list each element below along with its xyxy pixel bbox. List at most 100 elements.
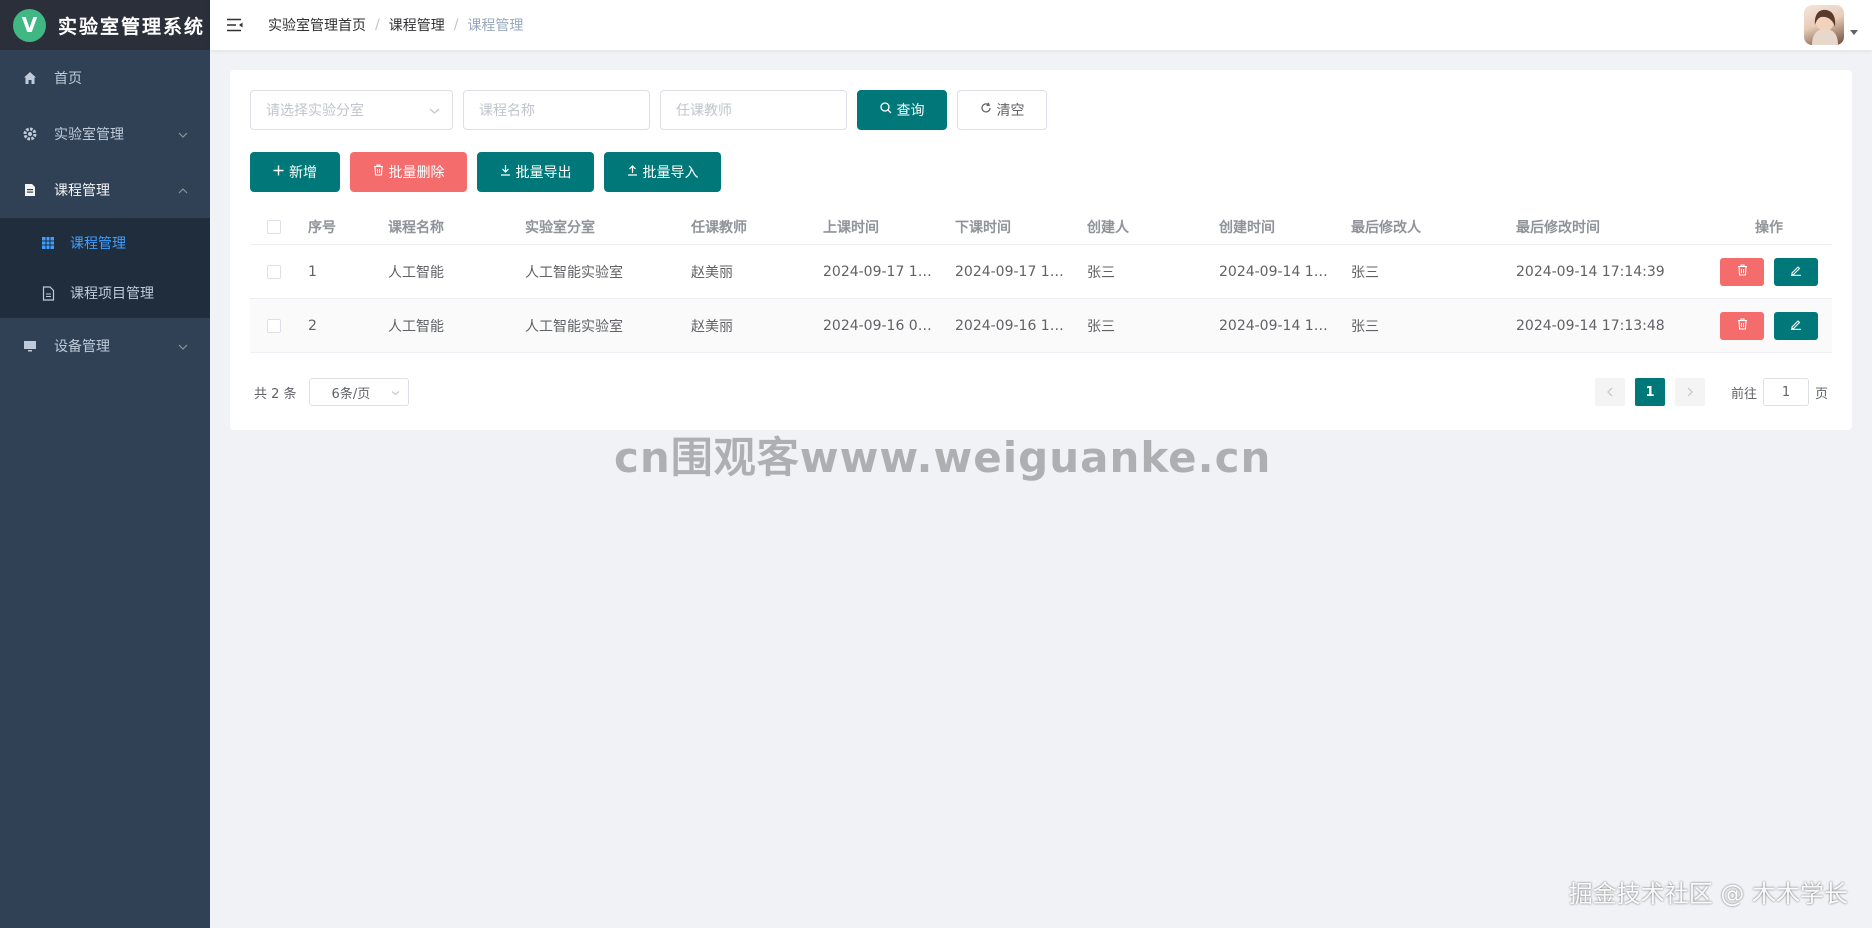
course-table: 序号 课程名称 实验室分室 任课教师 上课时间 下课时间 创建人 创建时间 最后… — [250, 210, 1832, 353]
batch-export-button[interactable]: 批量导出 — [477, 152, 594, 192]
batch-export-label: 批量导出 — [515, 165, 572, 181]
clear-label: 清空 — [996, 103, 1025, 119]
row-select-cell — [250, 264, 298, 279]
lab-select-placeholder: 请选择实验分室 — [266, 103, 364, 119]
row-checkbox[interactable] — [267, 318, 281, 333]
add-label: 新增 — [289, 165, 317, 181]
breadcrumb-separator: / — [375, 17, 380, 33]
course-name-input[interactable]: 课程名称 — [463, 90, 650, 130]
table-row[interactable]: 1 人工智能 人工智能实验室 赵美丽 2024-09-17 14:... 202… — [250, 245, 1832, 299]
sidebar-item-label: 首页 — [54, 71, 82, 87]
table-cell: 赵美丽 — [691, 318, 733, 335]
edit-icon — [1790, 264, 1802, 280]
grid-icon — [40, 235, 56, 251]
breadcrumb: 实验室管理首页 / 课程管理 / 课程管理 — [268, 15, 523, 35]
table-cell: 人工智能实验室 — [525, 264, 623, 281]
goto-suffix: 页 — [1814, 386, 1828, 402]
page-number-button[interactable]: 1 — [1634, 378, 1665, 406]
row-edit-button[interactable] — [1774, 311, 1818, 340]
pagination-summary: 共 2 条 6条/页 — [254, 378, 409, 406]
add-button[interactable]: 新增 — [250, 152, 340, 192]
column-header: 下课时间 — [955, 220, 1011, 236]
sidebar-item-equipment[interactable]: 设备管理 — [0, 318, 210, 374]
refresh-icon — [980, 102, 992, 118]
lab-select[interactable]: 请选择实验分室 — [250, 90, 453, 130]
table-cell: 2024-09-16 10:... — [955, 317, 1077, 334]
clear-button[interactable]: 清空 — [957, 90, 1047, 130]
course-name-placeholder: 课程名称 — [479, 103, 535, 119]
sidebar-item-course-management[interactable]: 课程管理 — [0, 162, 210, 218]
batch-delete-label: 批量删除 — [388, 165, 445, 181]
breadcrumb-item-home[interactable]: 实验室管理首页 — [268, 15, 366, 35]
table-cell: 张三 — [1351, 264, 1379, 281]
logo[interactable]: V 实验室管理系统 — [0, 0, 210, 50]
sidebar-item-label: 实验室管理 — [54, 127, 124, 143]
course-submenu: 课程管理 课程项目管理 — [0, 218, 210, 318]
table-row[interactable]: 2 人工智能 人工智能实验室 赵美丽 2024-09-16 08:... 202… — [250, 299, 1832, 353]
table-cell: 人工智能 — [388, 318, 444, 335]
row-edit-button[interactable] — [1774, 257, 1818, 286]
column-header: 序号 — [308, 220, 336, 236]
pagination: 1 前往 1 页 — [1594, 378, 1828, 406]
batch-delete-button[interactable]: 批量删除 — [350, 152, 467, 192]
table-cell: 1 — [308, 263, 317, 280]
avatar[interactable] — [1804, 5, 1844, 45]
logo-icon: V — [13, 8, 46, 42]
column-header: 上课时间 — [823, 220, 879, 236]
sidebar-subitem-course-project[interactable]: 课程项目管理 — [0, 268, 210, 318]
table-cell: 2024-09-14 17:... — [1219, 317, 1341, 334]
table-cell: 2 — [308, 317, 317, 334]
query-button[interactable]: 查询 — [857, 90, 947, 130]
select-all-checkbox[interactable] — [267, 220, 281, 234]
user-menu[interactable] — [1804, 5, 1858, 45]
chevron-down-icon — [429, 102, 440, 118]
table-cell: 张三 — [1351, 318, 1379, 335]
breadcrumb-separator: / — [453, 17, 459, 33]
column-header: 创建时间 — [1219, 220, 1275, 236]
sidebar-subitem-label: 课程管理 — [70, 236, 126, 252]
row-delete-button[interactable] — [1720, 257, 1764, 286]
column-header: 课程名称 — [388, 220, 444, 236]
row-select-cell — [250, 318, 298, 333]
goto-page-input[interactable]: 1 — [1762, 378, 1809, 406]
chevron-down-icon — [178, 126, 188, 142]
row-delete-button[interactable] — [1720, 311, 1764, 340]
table-cell: 2024-09-14 17:... — [1219, 263, 1341, 280]
page-size-value: 6条/页 — [331, 386, 371, 402]
table-cell: 人工智能实验室 — [525, 318, 623, 335]
table-cell: 张三 — [1087, 318, 1115, 335]
sidebar-item-home[interactable]: 首页 — [0, 50, 210, 106]
chevron-down-icon — [391, 385, 400, 400]
sidebar-subitem-course-management[interactable]: 课程管理 — [0, 218, 210, 268]
sidebar-item-lab-management[interactable]: 实验室管理 — [0, 106, 210, 162]
hamburger-icon[interactable] — [210, 0, 260, 50]
teacher-placeholder: 任课教师 — [676, 103, 732, 119]
column-header: 最后修改时间 — [1516, 220, 1600, 236]
next-page-button[interactable] — [1674, 378, 1705, 406]
breadcrumb-item-course[interactable]: 课程管理 — [389, 15, 445, 35]
page-size-select[interactable]: 6条/页 — [308, 378, 409, 406]
total-count: 共 2 条 — [254, 386, 297, 402]
teacher-input[interactable]: 任课教师 — [660, 90, 847, 130]
row-actions — [1706, 257, 1832, 286]
sidebar-subitem-label: 课程项目管理 — [70, 286, 154, 302]
batch-import-button[interactable]: 批量导入 — [604, 152, 721, 192]
document-icon — [22, 182, 38, 198]
table-cell: 2024-09-16 08:... — [823, 317, 945, 334]
row-actions — [1706, 311, 1832, 340]
row-checkbox[interactable] — [267, 264, 281, 279]
query-label: 查询 — [896, 103, 925, 119]
trash-icon — [1737, 317, 1748, 334]
sidebar-item-label: 设备管理 — [54, 339, 110, 355]
table-cell: 人工智能 — [388, 264, 444, 281]
trash-icon — [1737, 263, 1748, 280]
chevron-up-icon — [178, 182, 188, 198]
chevron-down-icon — [178, 338, 188, 354]
column-header: 实验室分室 — [525, 220, 595, 236]
home-icon — [22, 70, 38, 86]
edit-icon — [1790, 318, 1802, 334]
table-header: 序号 课程名称 实验室分室 任课教师 上课时间 下课时间 创建人 创建时间 最后… — [250, 210, 1832, 245]
search-form: 请选择实验分室 课程名称 任课教师 查询 清空 — [250, 90, 1047, 130]
prev-page-button[interactable] — [1594, 378, 1625, 406]
top-navbar: 实验室管理首页 / 课程管理 / 课程管理 — [210, 0, 1872, 50]
